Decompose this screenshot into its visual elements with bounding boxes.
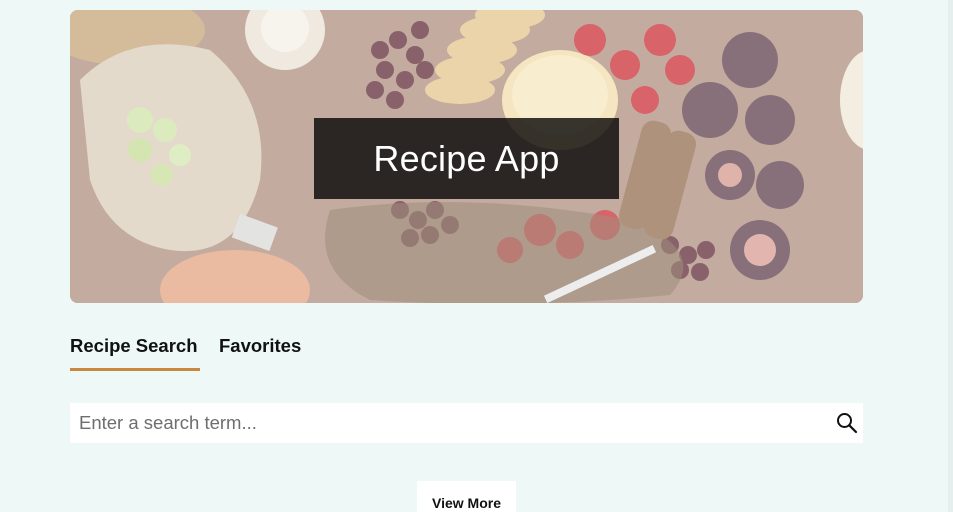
scrollbar-track[interactable] (948, 0, 953, 512)
hero-title-box: Recipe App (314, 118, 619, 199)
active-tab-indicator (70, 368, 200, 371)
search-button[interactable] (835, 411, 859, 435)
tab-favorites-label: Favorites (219, 335, 302, 356)
view-more-button[interactable]: View More (417, 481, 516, 512)
search-input[interactable] (70, 403, 810, 443)
search-bar (70, 403, 863, 443)
search-icon (837, 413, 858, 434)
tab-favorites[interactable]: Favorites (219, 335, 301, 371)
app-title: Recipe App (373, 137, 560, 179)
hero-banner: Recipe App (70, 10, 863, 303)
recipe-app-page: Recipe App Recipe Search Favorites View … (0, 0, 953, 512)
tab-recipe-search-label: Recipe Search (70, 335, 198, 356)
tab-recipe-search[interactable]: Recipe Search (70, 335, 200, 371)
